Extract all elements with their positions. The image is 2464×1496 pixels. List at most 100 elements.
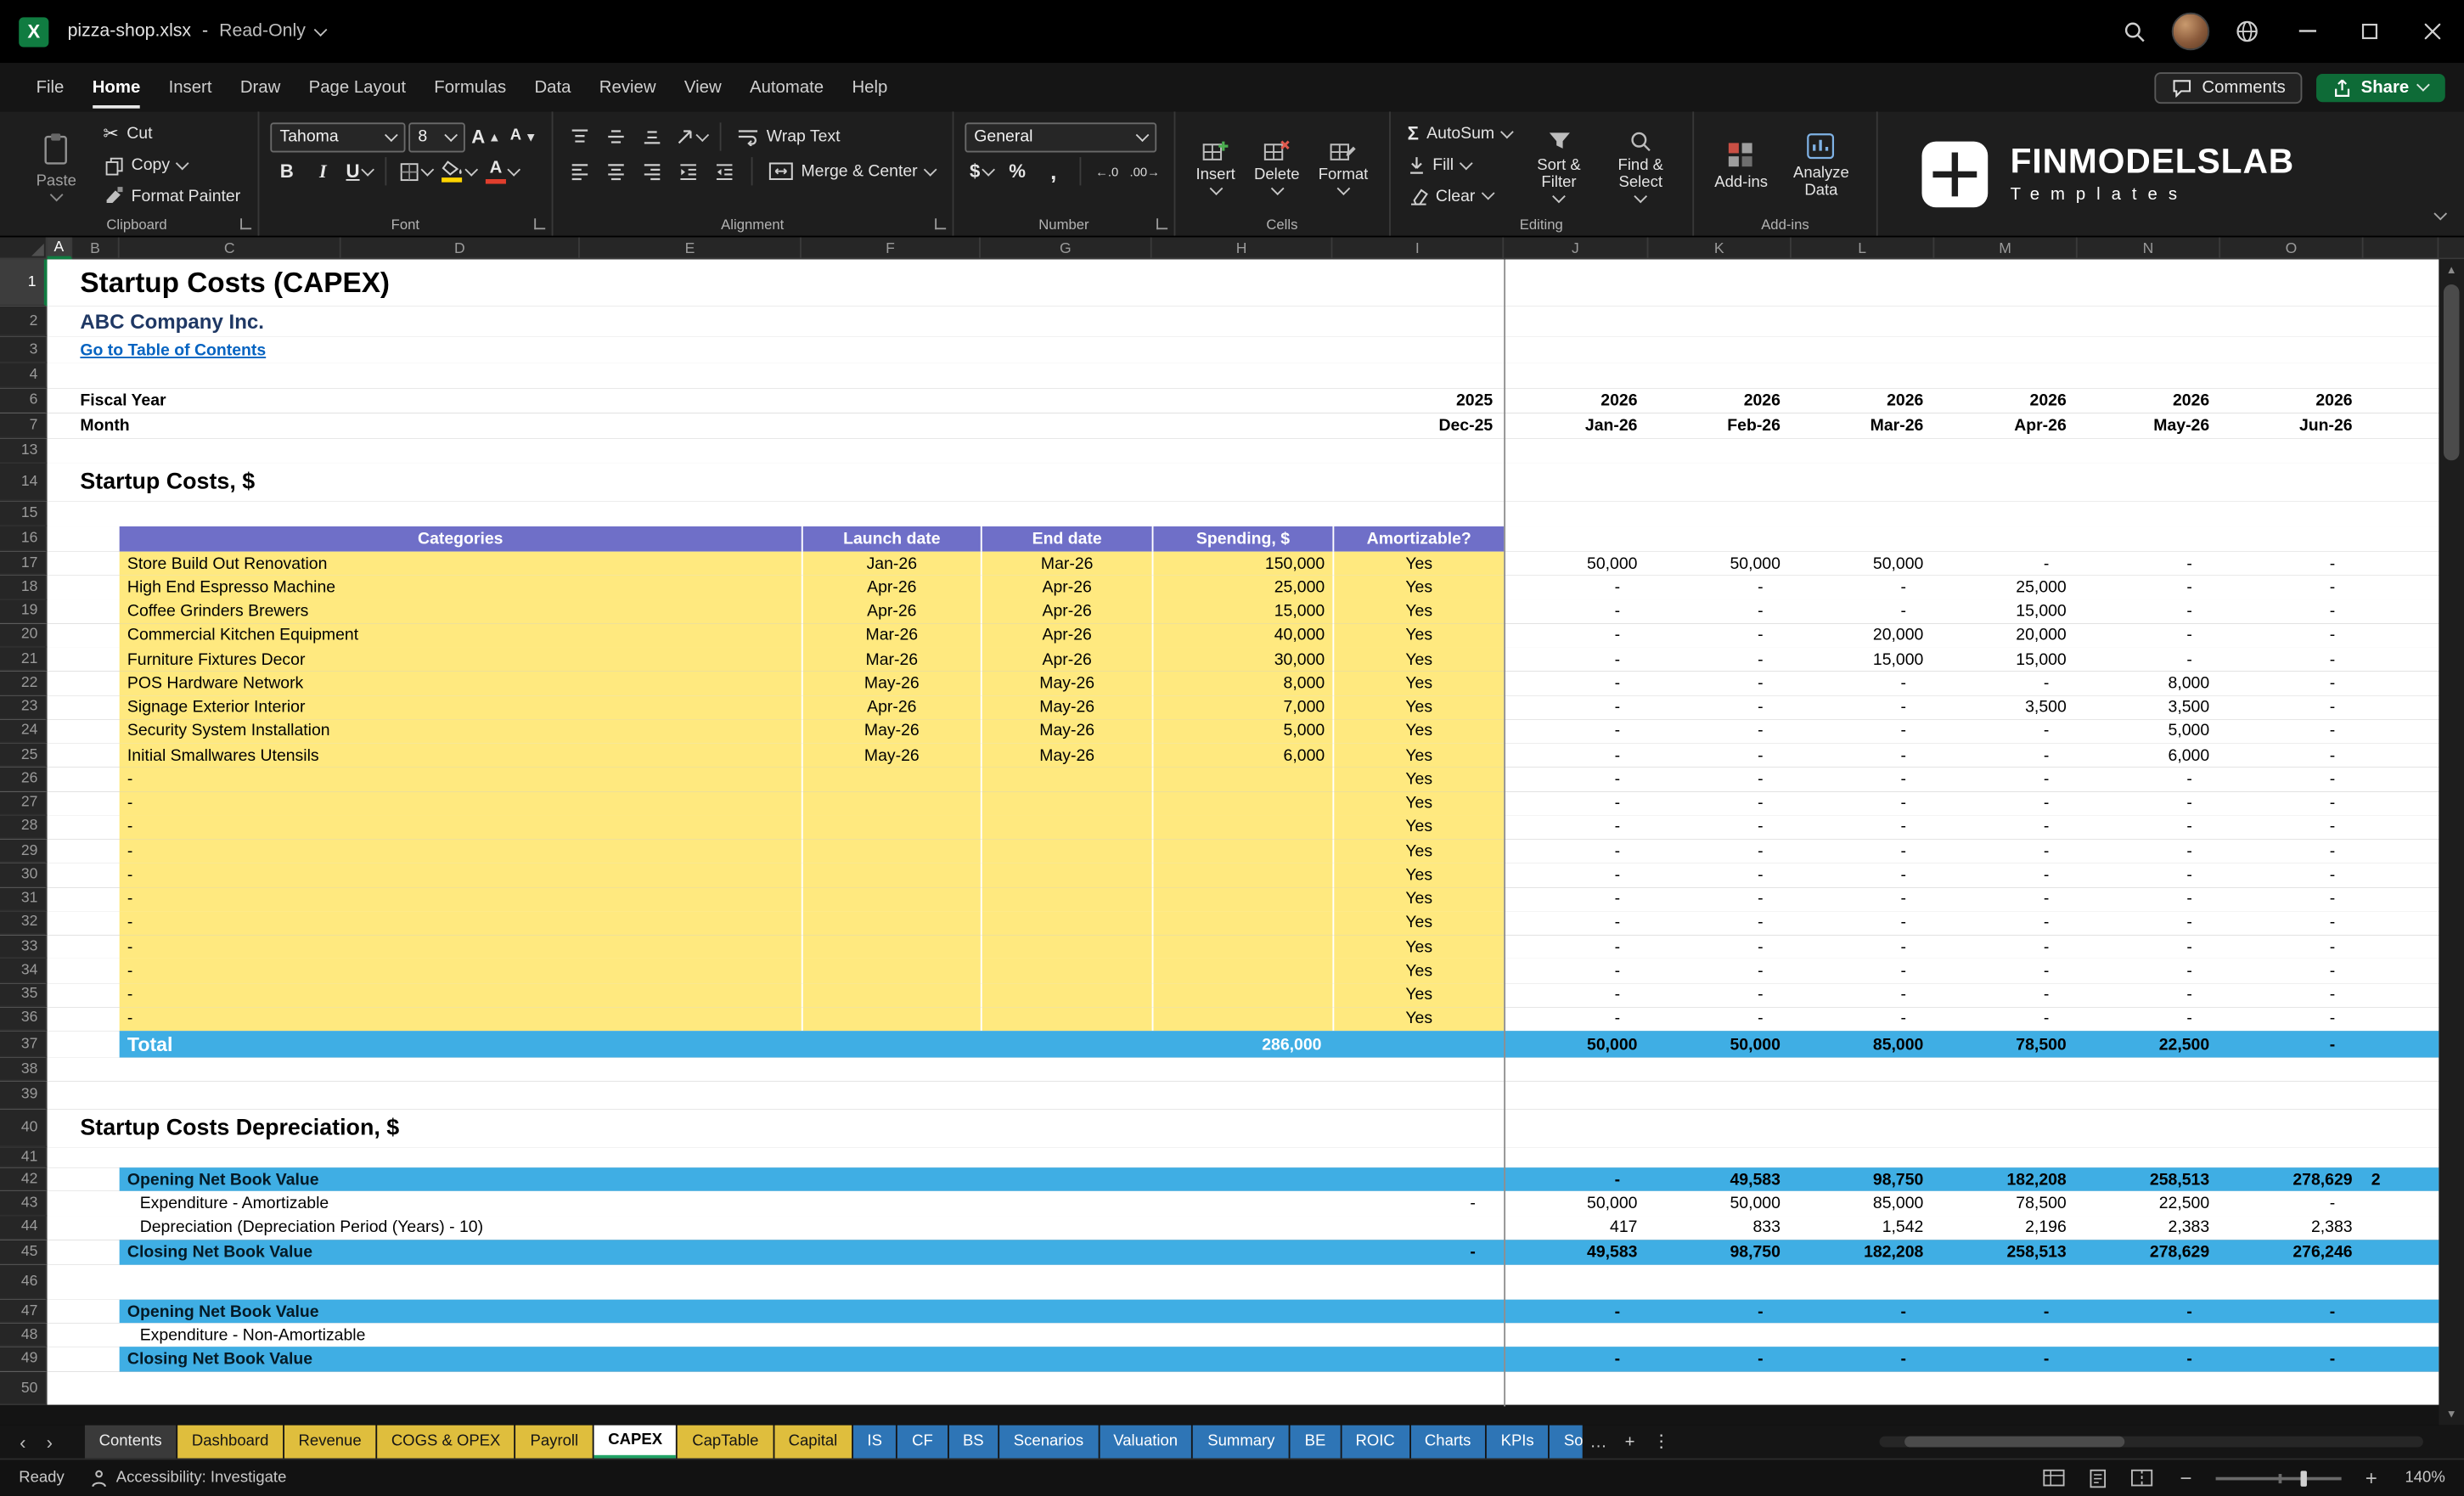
cell-J22[interactable]: - bbox=[1504, 672, 1648, 695]
sheet-tab-so[interactable]: So bbox=[1550, 1426, 1583, 1459]
cell-J35[interactable]: - bbox=[1504, 983, 1648, 1007]
cell-N23[interactable]: 3,500 bbox=[2078, 695, 2220, 719]
cell-J37[interactable]: 50,000 bbox=[1504, 1031, 1648, 1057]
cell-L32[interactable]: - bbox=[1792, 911, 1934, 935]
row-header-1[interactable]: 1 bbox=[0, 259, 48, 307]
cell-I19[interactable]: Yes bbox=[1332, 599, 1504, 623]
cell-K36[interactable]: - bbox=[1648, 1007, 1791, 1031]
cell-H33[interactable] bbox=[1152, 935, 1333, 959]
increase-font-size-button[interactable]: A▲ bbox=[469, 121, 504, 153]
cell-O43[interactable]: - bbox=[2220, 1191, 2363, 1215]
cell-I35[interactable]: Yes bbox=[1332, 983, 1504, 1007]
cell-J6[interactable]: 2026 bbox=[1504, 388, 1648, 413]
cell-H16[interactable]: Spending, $ bbox=[1152, 526, 1333, 552]
cell-F21[interactable]: Mar-26 bbox=[802, 648, 981, 672]
cell-M19[interactable]: 15,000 bbox=[1934, 599, 2077, 623]
select-all-corner[interactable] bbox=[0, 237, 48, 257]
cell-L24[interactable]: - bbox=[1792, 719, 1934, 743]
merge-center-button[interactable]: Merge & Center bbox=[762, 156, 941, 186]
align-center-button[interactable] bbox=[600, 155, 633, 187]
cell-J33[interactable]: - bbox=[1504, 935, 1648, 959]
cell-C32[interactable]: - bbox=[120, 911, 802, 935]
cell-F30[interactable] bbox=[802, 863, 981, 887]
copy-button[interactable]: Copy bbox=[97, 150, 247, 180]
cell-K35[interactable]: - bbox=[1648, 983, 1791, 1007]
cell-M29[interactable]: - bbox=[1934, 839, 2077, 863]
excel-app-icon[interactable]: X bbox=[19, 16, 48, 46]
zoom-slider-thumb[interactable] bbox=[2301, 1470, 2307, 1486]
cell-J49[interactable]: - bbox=[1504, 1347, 1648, 1373]
cell-K18[interactable]: - bbox=[1648, 576, 1791, 599]
cell-N42[interactable]: 258,513 bbox=[2078, 1167, 2220, 1191]
cell-M25[interactable]: - bbox=[1934, 743, 2077, 767]
cell-P42[interactable]: 2 bbox=[2364, 1167, 2439, 1191]
sheet-tab-revenue[interactable]: Revenue bbox=[284, 1426, 375, 1459]
cell-M23[interactable]: 3,500 bbox=[1934, 695, 2077, 719]
scroll-down-arrow[interactable]: ▼ bbox=[2439, 1405, 2464, 1424]
cell-C31[interactable]: - bbox=[120, 887, 802, 911]
cell-N45[interactable]: 278,629 bbox=[2078, 1240, 2220, 1265]
cell-L37[interactable]: 85,000 bbox=[1792, 1031, 1934, 1057]
cell-N43[interactable]: 22,500 bbox=[2078, 1191, 2220, 1215]
sheet-tab-summary[interactable]: Summary bbox=[1194, 1426, 1290, 1459]
clear-button[interactable]: Clear bbox=[1401, 181, 1518, 211]
align-top-button[interactable] bbox=[564, 121, 597, 153]
row-header-24[interactable]: 24 bbox=[0, 719, 48, 743]
cell-L19[interactable]: - bbox=[1792, 599, 1934, 623]
cell-O20[interactable]: - bbox=[2220, 623, 2363, 647]
cell-C48[interactable]: Expenditure - Non-Amortizable bbox=[120, 1324, 802, 1347]
borders-button[interactable] bbox=[396, 155, 435, 187]
cell-H28[interactable] bbox=[1152, 815, 1333, 839]
cell-K33[interactable]: - bbox=[1648, 935, 1791, 959]
cell-H17[interactable]: 150,000 bbox=[1152, 552, 1333, 576]
cell-F32[interactable] bbox=[802, 911, 981, 935]
cell-I25[interactable]: Yes bbox=[1332, 743, 1504, 767]
column-header-C[interactable]: C bbox=[120, 237, 341, 259]
sheet-tab-cogs-opex[interactable]: COGS & OPEX bbox=[377, 1426, 515, 1459]
font-color-button[interactable]: A bbox=[482, 155, 521, 187]
cell-O36[interactable]: - bbox=[2220, 1007, 2363, 1031]
cell-G24[interactable]: May-26 bbox=[981, 719, 1152, 743]
cell-K32[interactable]: - bbox=[1648, 911, 1791, 935]
cell-O17[interactable]: - bbox=[2220, 552, 2363, 576]
section-title-startup-costs[interactable]: Startup Costs, $ bbox=[72, 464, 981, 501]
cell-L23[interactable]: - bbox=[1792, 695, 1934, 719]
cell-O37[interactable]: - bbox=[2220, 1031, 2363, 1057]
cell-I45[interactable]: - bbox=[1332, 1240, 1504, 1265]
cell-G17[interactable]: Mar-26 bbox=[981, 552, 1152, 576]
cell-J28[interactable]: - bbox=[1504, 815, 1648, 839]
comments-button[interactable]: Comments bbox=[2155, 71, 2303, 103]
cell-C27[interactable]: - bbox=[120, 791, 802, 815]
features-button[interactable] bbox=[2219, 0, 2276, 63]
cell-N29[interactable]: - bbox=[2078, 839, 2220, 863]
cell-H20[interactable]: 40,000 bbox=[1152, 623, 1333, 647]
company-name[interactable]: ABC Company Inc. bbox=[72, 307, 981, 336]
cut-button[interactable]: ✂ Cut bbox=[97, 120, 247, 149]
menu-item-data[interactable]: Data bbox=[520, 65, 585, 110]
cell-G16[interactable]: End date bbox=[981, 526, 1152, 552]
cell-M37[interactable]: 78,500 bbox=[1934, 1031, 2077, 1057]
accessibility-status[interactable]: Accessibility: Investigate bbox=[89, 1469, 286, 1488]
horizontal-scrollbar-thumb[interactable] bbox=[1904, 1437, 2124, 1448]
cell-F35[interactable] bbox=[802, 983, 981, 1007]
cell-I33[interactable]: Yes bbox=[1332, 935, 1504, 959]
cell-L45[interactable]: 182,208 bbox=[1792, 1240, 1934, 1265]
zoom-in-button[interactable]: + bbox=[2357, 1467, 2385, 1489]
cell-K17[interactable]: 50,000 bbox=[1648, 552, 1791, 576]
cell-N26[interactable]: - bbox=[2078, 768, 2220, 791]
column-header-O[interactable]: O bbox=[2220, 237, 2363, 259]
vertical-scrollbar[interactable]: ▲ ▼ bbox=[2439, 259, 2464, 1425]
cell-F36[interactable] bbox=[802, 1007, 981, 1031]
cell-M49[interactable]: - bbox=[1934, 1347, 2077, 1373]
horizontal-scrollbar[interactable] bbox=[1880, 1437, 2423, 1448]
row-header-28[interactable]: 28 bbox=[0, 815, 48, 839]
cell-O31[interactable]: - bbox=[2220, 887, 2363, 911]
cell-N49[interactable]: - bbox=[2078, 1347, 2220, 1373]
cell-G29[interactable] bbox=[981, 839, 1152, 863]
cell-L20[interactable]: 20,000 bbox=[1792, 623, 1934, 647]
cell-M28[interactable]: - bbox=[1934, 815, 2077, 839]
cell-C44[interactable]: Depreciation (Depreciation Period (Years… bbox=[120, 1216, 802, 1240]
cell-N25[interactable]: 6,000 bbox=[2078, 743, 2220, 767]
column-header-M[interactable]: M bbox=[1934, 237, 2077, 259]
cell-C23[interactable]: Signage Exterior Interior bbox=[120, 695, 802, 719]
